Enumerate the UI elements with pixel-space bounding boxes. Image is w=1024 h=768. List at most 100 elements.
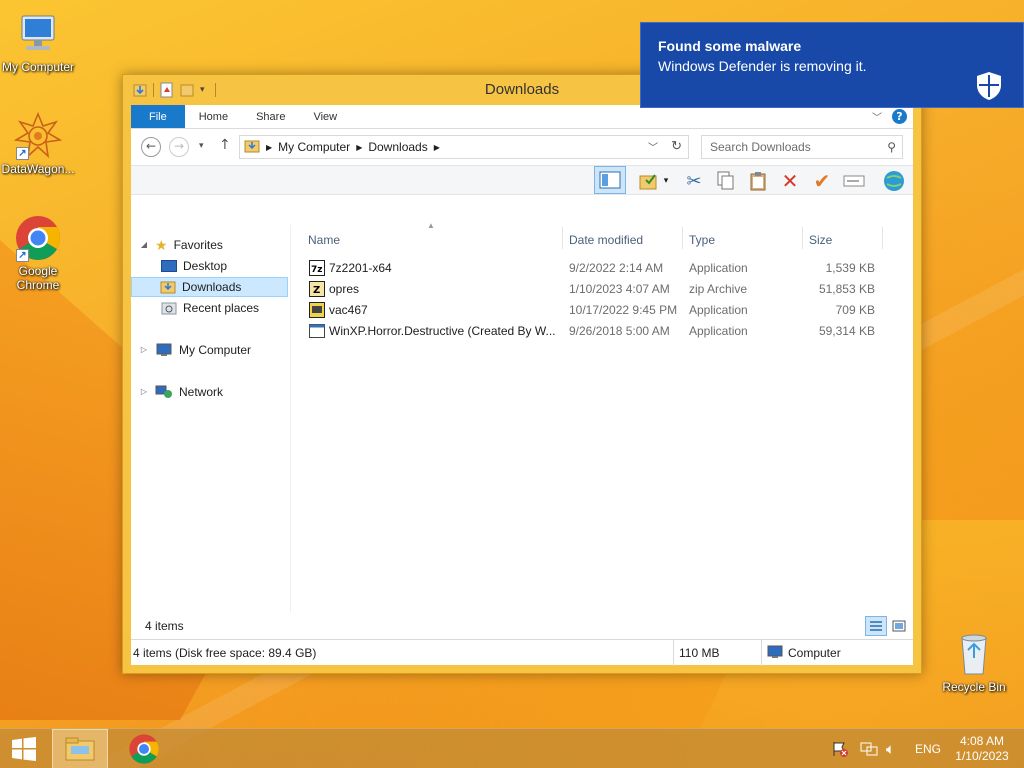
paste-button[interactable] xyxy=(745,169,771,193)
help-icon[interactable]: ? xyxy=(892,109,907,124)
copy-button[interactable] xyxy=(713,169,739,193)
copy-icon xyxy=(717,171,734,190)
nav-recent-places[interactable]: Recent places xyxy=(161,298,259,318)
language-indicator[interactable]: ENG xyxy=(915,729,941,768)
column-size[interactable]: Size xyxy=(809,233,832,247)
forward-button[interactable]: → xyxy=(169,137,189,157)
cut-button[interactable]: ✂ xyxy=(681,169,707,193)
file-size: 51,853 KB xyxy=(818,282,875,296)
desktop-icon xyxy=(161,260,177,272)
defender-shield-icon xyxy=(974,70,1004,105)
rename-button[interactable] xyxy=(841,169,867,193)
file-name: vac467 xyxy=(329,303,368,317)
taskbar: 🔈︎ ENG 4:08 AM 1/10/2023 xyxy=(0,728,1024,768)
file-row[interactable]: 7z 7z2201-x64 9/2/2022 2:14 AM Applicati… xyxy=(307,258,883,278)
file-row[interactable]: Z opres 1/10/2023 4:07 AM zip Archive 51… xyxy=(307,279,883,299)
file-date: 1/10/2023 4:07 AM xyxy=(569,282,670,296)
action-center-icon[interactable] xyxy=(832,729,848,768)
column-divider[interactable] xyxy=(682,227,683,249)
scissors-icon: ✂ xyxy=(686,170,702,192)
file-type: Application xyxy=(689,261,748,275)
volume-icon[interactable]: 🔈︎ xyxy=(886,729,895,768)
refresh-icon[interactable]: ↻ xyxy=(671,138,682,154)
nav-my-computer[interactable]: ▷ My Computer xyxy=(139,340,251,360)
datawagon-icon: ↗ xyxy=(13,111,63,160)
svg-text:7z: 7z xyxy=(311,265,323,275)
ribbon-expand-icon[interactable]: ﹀ xyxy=(872,109,882,124)
recycle-bin-icon xyxy=(950,630,998,678)
status-summary: 4 items (Disk free space: 89.4 GB) xyxy=(133,646,317,660)
expanded-arrow-icon[interactable]: ◢ xyxy=(139,235,149,255)
taskbar-file-explorer[interactable] xyxy=(52,729,108,768)
back-button[interactable]: ← xyxy=(141,137,161,157)
status-divider xyxy=(673,640,674,666)
column-type[interactable]: Type xyxy=(689,233,715,247)
file-explorer-icon xyxy=(65,737,95,761)
application-icon xyxy=(309,323,325,345)
network-icon xyxy=(155,385,172,398)
file-date: 9/2/2022 2:14 AM xyxy=(569,261,664,275)
nav-favorites[interactable]: ◢ ★ Favorites xyxy=(139,235,223,255)
up-button[interactable]: ↑ xyxy=(219,137,231,153)
file-type: Application xyxy=(689,303,748,317)
tab-home[interactable]: Home xyxy=(185,105,242,128)
folder-options-icon xyxy=(639,174,657,190)
computer-icon xyxy=(156,343,172,356)
star-icon: ★ xyxy=(155,237,168,253)
nav-network[interactable]: ▷ Network xyxy=(139,382,223,402)
collapsed-arrow-icon[interactable]: ▷ xyxy=(139,340,149,360)
large-icons-view-icon xyxy=(892,620,906,632)
breadcrumb-separator-icon: ▶ xyxy=(433,142,440,152)
file-row[interactable]: vac467 10/17/2022 9:45 PM Application 70… xyxy=(307,300,883,320)
collapsed-arrow-icon[interactable]: ▷ xyxy=(139,382,149,402)
address-dropdown-icon[interactable]: ﹀ xyxy=(648,139,658,154)
delete-button[interactable]: ✕ xyxy=(777,169,803,193)
start-button[interactable] xyxy=(0,729,48,768)
preview-pane-button[interactable] xyxy=(594,166,626,194)
my-computer-icon xyxy=(14,10,62,58)
column-divider[interactable] xyxy=(562,227,563,249)
notification-title: Found some malware xyxy=(658,38,802,54)
column-divider[interactable] xyxy=(882,227,883,249)
column-name[interactable]: Name xyxy=(308,233,340,247)
column-date-modified[interactable]: Date modified xyxy=(569,233,643,247)
windows-logo-icon xyxy=(12,737,36,761)
clock[interactable]: 4:08 AM 1/10/2023 xyxy=(950,729,1014,768)
downloads-folder-icon xyxy=(244,139,260,156)
tab-share[interactable]: Share xyxy=(242,105,299,128)
details-view-button[interactable] xyxy=(865,616,887,636)
apply-button[interactable]: ✔ xyxy=(809,169,835,193)
tab-view[interactable]: View xyxy=(299,105,351,128)
nav-downloads[interactable]: Downloads xyxy=(131,277,288,297)
file-type: zip Archive xyxy=(689,282,748,296)
recent-locations-icon[interactable]: ▾ xyxy=(199,141,204,151)
desktop-icon-google-chrome[interactable]: ↗ Google Chrome xyxy=(0,214,76,292)
delete-x-icon: ✕ xyxy=(781,169,799,193)
network-status-icon[interactable] xyxy=(860,729,878,768)
large-icons-view-button[interactable] xyxy=(889,616,909,636)
breadcrumb-my-computer[interactable]: My Computer xyxy=(278,140,350,154)
nav-desktop-label: Desktop xyxy=(183,259,228,273)
search-input[interactable]: Search Downloads ⚲ xyxy=(701,135,903,159)
breadcrumb-downloads[interactable]: Downloads xyxy=(368,140,427,154)
address-row: ← → ▾ ↑ ▶ My Computer ▶ Downloads ▶ ﹀ ↻ … xyxy=(131,129,913,165)
downloads-folder-icon xyxy=(160,281,176,294)
desktop-icon-datawagon[interactable]: ↗ DataWagon... xyxy=(0,111,76,176)
status-location: Computer xyxy=(788,646,841,660)
nav-recent-label: Recent places xyxy=(183,301,260,315)
file-date: 9/26/2018 5:00 AM xyxy=(569,324,670,338)
internet-button[interactable] xyxy=(881,169,907,193)
folder-options-button[interactable]: ▾ xyxy=(633,169,673,193)
file-row[interactable]: WinXP.Horror.Destructive (Created By W..… xyxy=(307,321,883,341)
notification-message: Windows Defender is removing it. xyxy=(658,58,867,74)
desktop-icon-recycle-bin[interactable]: Recycle Bin xyxy=(936,630,1012,694)
file-name: WinXP.Horror.Destructive (Created By W..… xyxy=(329,324,556,338)
column-divider[interactable] xyxy=(802,227,803,249)
tab-file[interactable]: File xyxy=(131,105,185,128)
desktop-icon-my-computer[interactable]: My Computer xyxy=(0,10,76,74)
nav-desktop[interactable]: Desktop xyxy=(161,256,227,276)
taskbar-chrome[interactable] xyxy=(116,729,172,768)
defender-notification[interactable]: Found some malware Windows Defender is r… xyxy=(640,22,1024,108)
address-bar[interactable]: ▶ My Computer ▶ Downloads ▶ ﹀ ↻ xyxy=(239,135,689,159)
search-icon[interactable]: ⚲ xyxy=(887,136,896,158)
